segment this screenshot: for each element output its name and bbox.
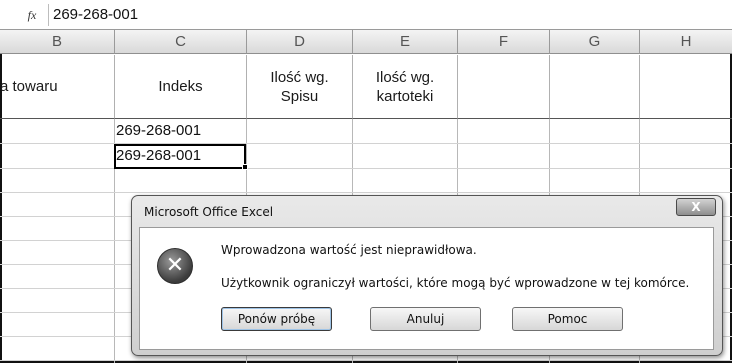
dialog-title: Microsoft Office Excel: [144, 205, 274, 219]
grid-line: [0, 143, 732, 144]
header-cell-d[interactable]: Ilość wg. Spisu: [247, 55, 353, 119]
grid-line: [0, 360, 732, 361]
column-header-f[interactable]: F: [458, 30, 550, 54]
header-cell-f[interactable]: [458, 55, 550, 119]
formula-bar-divider: [48, 4, 49, 26]
column-header-e[interactable]: E: [353, 30, 458, 54]
header-cell-d-line2: Spisu: [280, 87, 319, 105]
formula-bar: fx 269-268-001: [0, 0, 732, 30]
column-header-c[interactable]: C: [115, 30, 247, 54]
dialog-body: ✕ Wprowadzona wartość jest nieprawidłowa…: [139, 227, 714, 350]
retry-button[interactable]: Ponów próbę: [221, 307, 332, 331]
header-cell-e[interactable]: Ilość wg. kartoteki: [353, 55, 458, 119]
header-cell-b-text: a towaru: [0, 78, 58, 95]
column-header-g[interactable]: G: [550, 30, 640, 54]
function-icon[interactable]: fx: [22, 7, 42, 24]
column-header-b[interactable]: B: [0, 30, 115, 54]
close-icon: X: [691, 200, 701, 214]
header-cell-b[interactable]: a towaru: [0, 55, 115, 119]
error-x-icon: ✕: [157, 248, 193, 284]
header-cell-c[interactable]: Indeks: [115, 55, 247, 119]
help-button[interactable]: Pomoc: [512, 307, 623, 331]
grid-line: [0, 168, 732, 169]
header-cell-e-line2: kartoteki: [376, 87, 434, 105]
header-cell-e-line1: Ilość wg.: [375, 68, 435, 86]
header-cell-g[interactable]: [550, 55, 640, 119]
cell-c-row1[interactable]: 269-268-001: [116, 122, 201, 139]
close-button[interactable]: X: [676, 198, 716, 216]
header-cell-c-text: Indeks: [158, 78, 203, 95]
column-header-h[interactable]: H: [640, 30, 732, 54]
column-header-d[interactable]: D: [247, 30, 353, 54]
header-cell-d-line1: Ilość wg.: [270, 68, 329, 86]
grid-line: [0, 192, 732, 193]
cancel-button[interactable]: Anuluj: [370, 307, 481, 331]
error-dialog: Microsoft Office Excel X ✕ Wprowadzona w…: [131, 195, 723, 356]
active-cell-selection[interactable]: [114, 144, 246, 169]
fill-handle[interactable]: [242, 164, 248, 170]
error-description: Użytkownik ograniczył wartości, które mo…: [221, 276, 690, 290]
error-message: Wprowadzona wartość jest nieprawidłowa.: [221, 243, 477, 257]
header-cell-h[interactable]: [640, 55, 732, 119]
formula-input[interactable]: 269-268-001: [53, 6, 138, 23]
